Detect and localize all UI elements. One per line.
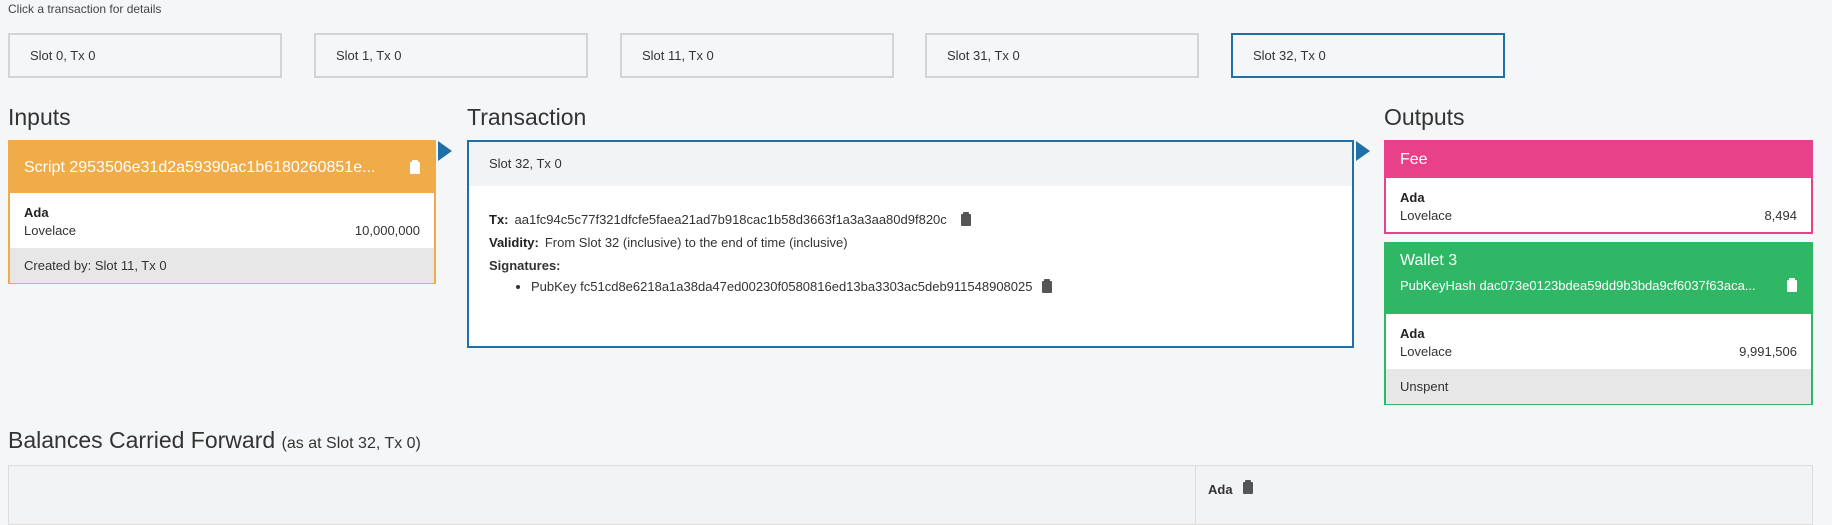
slot-button-11[interactable]: Slot 11, Tx 0 [620, 33, 894, 78]
transaction-title: Transaction [467, 104, 587, 130]
currency-label: Ada [24, 205, 49, 220]
input-script-address: Script 2953506e31d2a59390ac1b6180260851e… [24, 158, 376, 176]
tx-label: Tx: [489, 212, 509, 227]
currency-column-label: Ada [1208, 482, 1233, 497]
wallet-amount: Ada Lovelace 9,991,506 [1386, 314, 1811, 369]
tx-id: aa1fc94c5c77f321dfcfe5faea21ad7b918cac1b… [514, 212, 947, 227]
wallet-header: Wallet 3 PubKeyHash dac073e0123bdea59dd9… [1386, 244, 1811, 314]
fee-title: Fee [1386, 142, 1811, 178]
slot-button-31[interactable]: Slot 31, Tx 0 [925, 33, 1199, 78]
signatures-section: Signatures: PubKey fc51cd8e6218a1a38da47… [489, 258, 1332, 294]
currency-label: Ada [1400, 190, 1425, 205]
slot-button-32-selected[interactable]: Slot 32, Tx 0 [1231, 33, 1505, 78]
balances-table: Ada [8, 465, 1813, 525]
slot-button-0[interactable]: Slot 0, Tx 0 [8, 33, 282, 78]
validity-row: Validity: From Slot 32 (inclusive) to th… [489, 235, 1332, 250]
currency-label: Ada [1400, 326, 1425, 341]
token-amount: 9,991,506 [1739, 344, 1797, 359]
outputs-title: Outputs [1384, 104, 1465, 130]
transaction-slot: Slot 32, Tx 0 [469, 142, 1352, 186]
clipboard-icon[interactable] [410, 159, 420, 174]
clipboard-icon[interactable] [1787, 277, 1797, 292]
balances-currency-header: Ada [1196, 466, 1265, 524]
input-card-header: Script 2953506e31d2a59390ac1b6180260851e… [10, 142, 434, 193]
clipboard-icon[interactable] [960, 211, 971, 226]
spent-status: Unspent [1386, 369, 1811, 404]
signature-item: PubKey fc51cd8e6218a1a38da47ed00230f0580… [531, 278, 1332, 294]
token-label: Lovelace [1400, 208, 1453, 223]
wallet-name: Wallet 3 [1400, 252, 1458, 269]
clipboard-icon[interactable] [1042, 278, 1053, 293]
validity-label: Validity: [489, 235, 539, 250]
validity-range: From Slot 32 (inclusive) to the end of t… [544, 235, 848, 250]
signature-pubkey: PubKey fc51cd8e6218a1a38da47ed00230f0580… [531, 279, 1033, 294]
instruction-hint: Click a transaction for details [8, 2, 162, 16]
fee-amount: Ada Lovelace 8,494 [1386, 178, 1811, 233]
wallet-pubkeyhash: PubKeyHash dac073e0123bdea59dd9b3bda9cf6… [1400, 278, 1756, 293]
slot-button-1[interactable]: Slot 1, Tx 0 [314, 33, 588, 78]
input-card: Script 2953506e31d2a59390ac1b6180260851e… [8, 140, 436, 284]
token-amount: 10,000,000 [354, 223, 420, 238]
balances-heading: Balances Carried Forward [8, 427, 276, 453]
transaction-card: Slot 32, Tx 0 Tx: aa1fc94c5c77f321dfcfe5… [467, 140, 1354, 348]
wallet-output-card: Wallet 3 PubKeyHash dac073e0123bdea59dd9… [1384, 242, 1813, 405]
fee-card: Fee Ada Lovelace 8,494 [1384, 140, 1813, 234]
balances-subtitle: (as at Slot 32, Tx 0) [281, 435, 421, 452]
clipboard-icon[interactable] [1242, 480, 1253, 494]
token-amount: 8,494 [1764, 208, 1797, 223]
tx-id-row: Tx: aa1fc94c5c77f321dfcfe5faea21ad7b918c… [489, 211, 1332, 227]
balances-owner-column [9, 466, 1196, 524]
created-by-link[interactable]: Created by: Slot 11, Tx 0 [10, 248, 434, 283]
balances-title: Balances Carried Forward (as at Slot 32,… [8, 427, 421, 454]
token-label: Lovelace [24, 223, 77, 238]
arrow-right-icon [438, 141, 452, 161]
token-label: Lovelace [1400, 344, 1453, 359]
arrow-right-icon [1356, 141, 1370, 161]
input-amount: Ada Lovelace 10,000,000 [10, 193, 434, 248]
inputs-title: Inputs [8, 104, 71, 130]
signatures-label: Signatures: [489, 258, 561, 273]
